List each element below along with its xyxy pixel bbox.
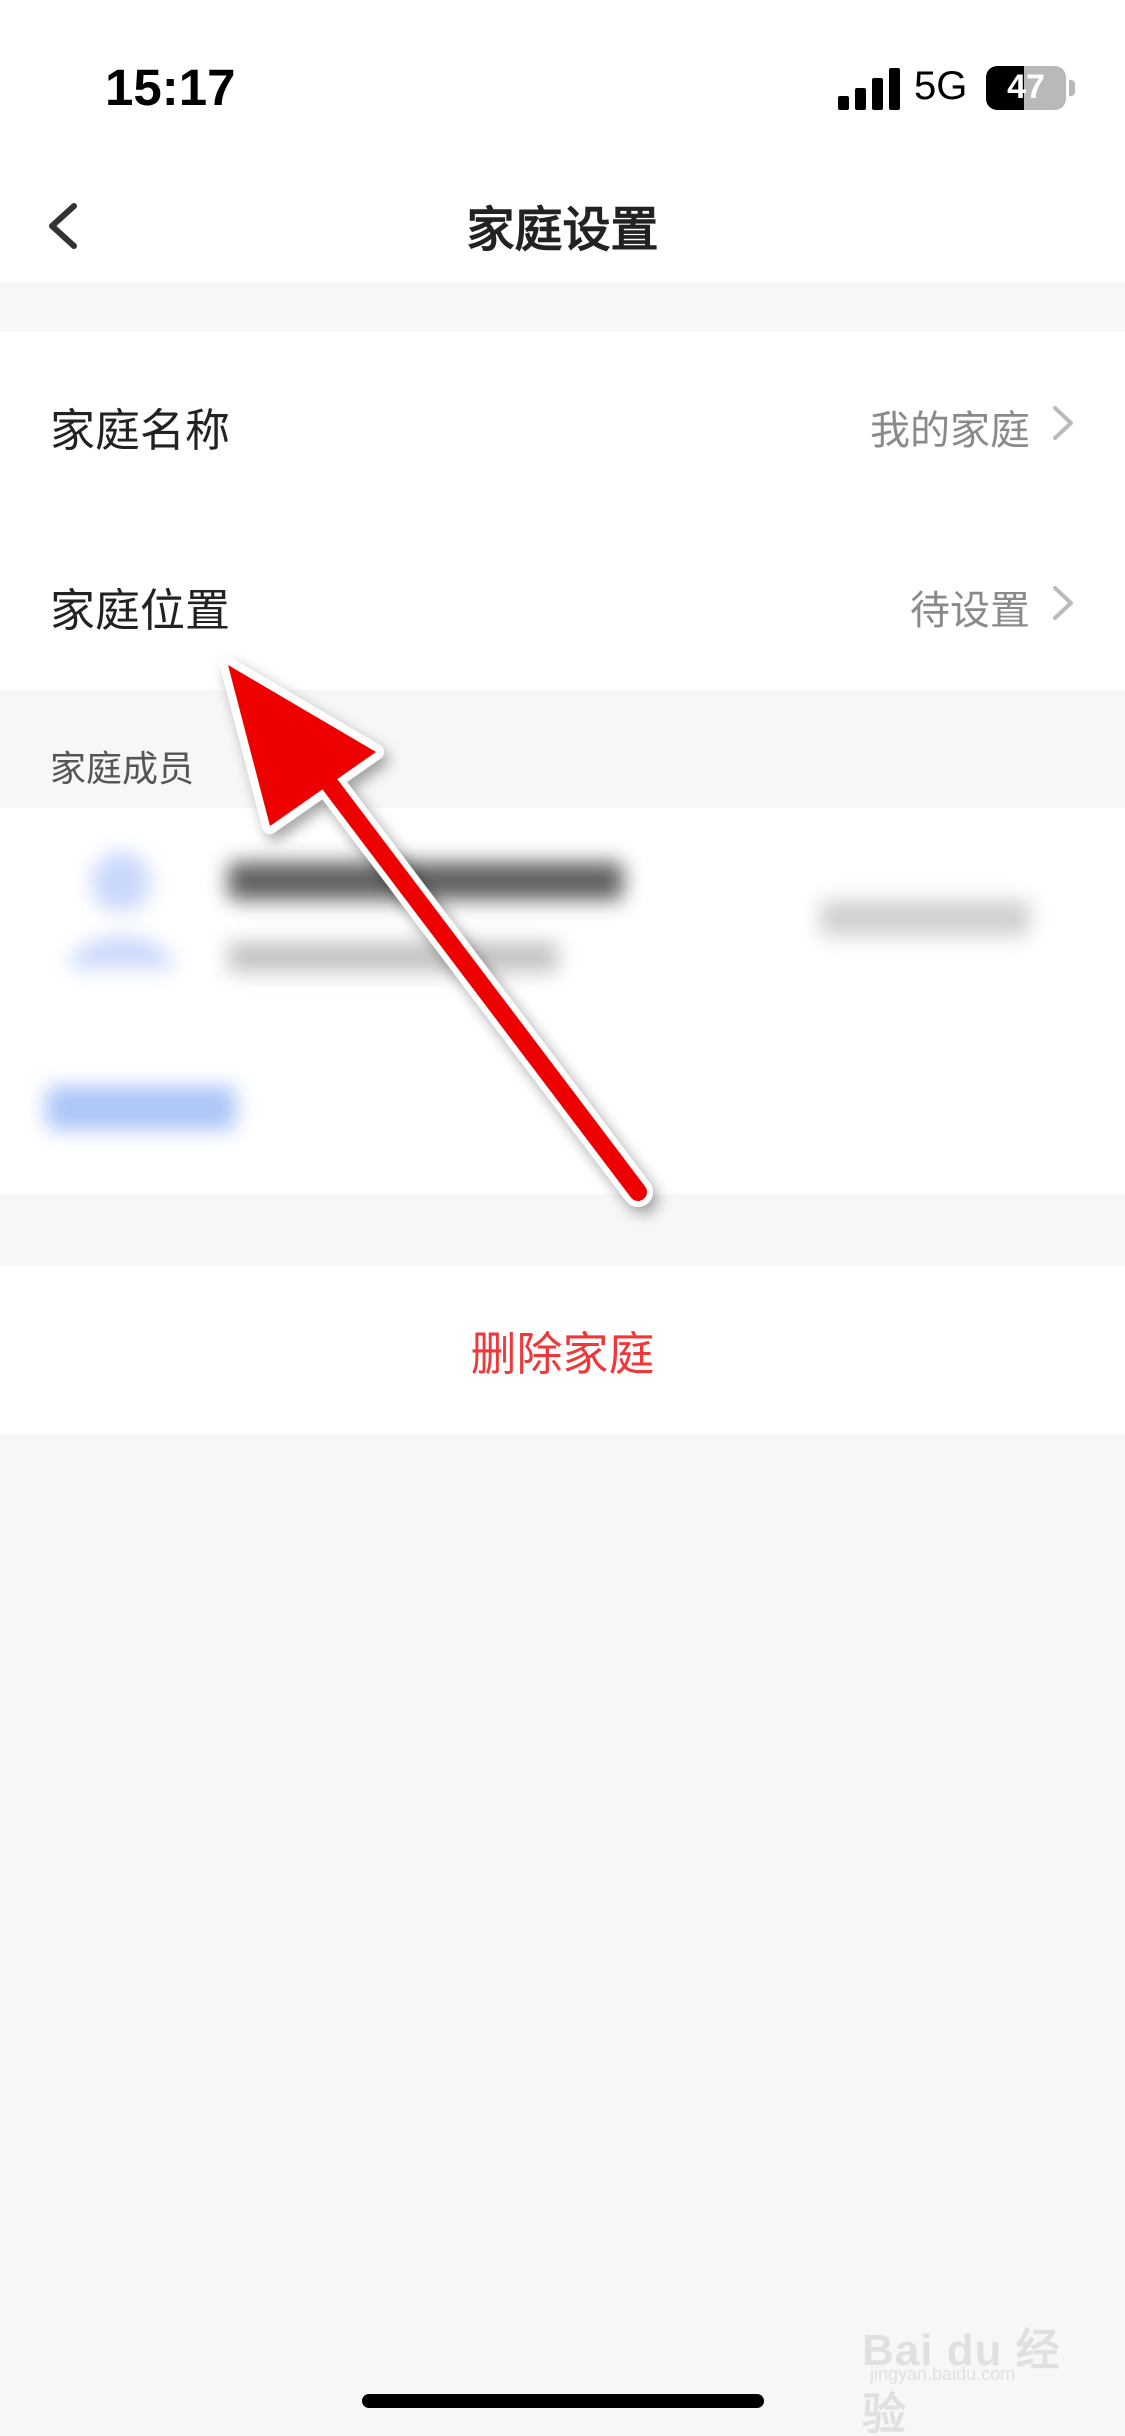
family-location-value: 待设置 [910, 588, 1030, 634]
status-bar: 15:17 5G 47 [0, 0, 1125, 170]
watermark-sub: jingyan.baidu.com [870, 2364, 1016, 2384]
navigation-bar: 家庭设置 [0, 170, 1125, 282]
chevron-right-icon [1053, 586, 1073, 620]
member-role-blurred[interactable] [820, 900, 1030, 936]
family-name-value: 我的家庭 [870, 408, 1030, 454]
watermark-logo: Bai du 经验 jingyan.baidu.com [862, 2300, 1072, 2436]
settings-row-family-name[interactable]: 家庭名称 我的家庭 [0, 332, 1125, 510]
cellular-signal-icon [838, 68, 900, 110]
network-type-label: 5G [914, 64, 968, 108]
family-location-label: 家庭位置 [50, 584, 231, 637]
family-name-label: 家庭名称 [50, 404, 231, 457]
member-detail-blurred [228, 942, 558, 972]
status-time: 15:17 [105, 59, 236, 116]
add-member-button-blurred[interactable] [46, 1086, 236, 1130]
section-title-members: 家庭成员 [50, 749, 195, 790]
page-title: 家庭设置 [466, 202, 659, 258]
battery-cap [1069, 80, 1075, 96]
home-indicator[interactable] [362, 2394, 764, 2408]
chevron-right-icon [1053, 406, 1073, 440]
member-name-blurred [228, 862, 623, 900]
settings-card: 家庭名称 我的家庭 家庭位置 待设置 [0, 332, 1125, 690]
delete-family-label: 删除家庭 [470, 1327, 655, 1381]
member-avatar-blurred [68, 852, 174, 968]
battery-percentage: 47 [1007, 68, 1045, 106]
settings-row-family-location[interactable]: 家庭位置 待设置 [0, 512, 1125, 690]
delete-family-button[interactable]: 删除家庭 [0, 1266, 1125, 1434]
battery-icon: 47 [986, 66, 1066, 110]
